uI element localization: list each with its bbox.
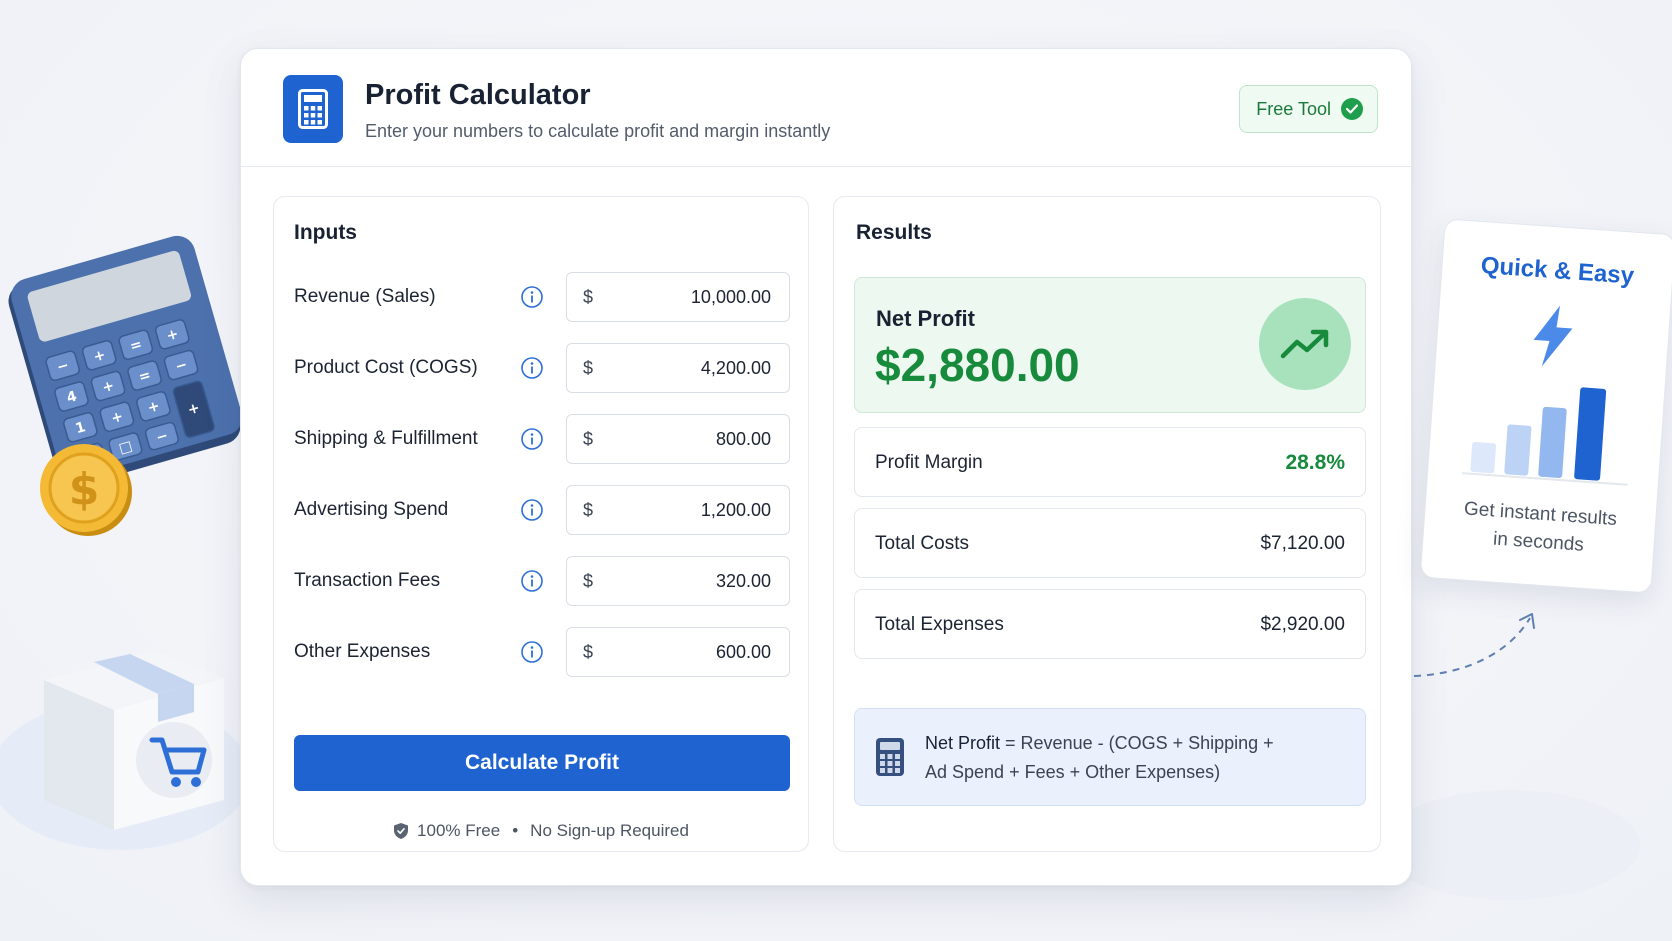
footnote-no-signup: No Sign-up Required: [530, 821, 689, 840]
check-circle-icon: [1341, 98, 1363, 120]
advertising-value: 1,200.00: [700, 500, 771, 520]
input-row-shipping: Shipping & Fulfillment $ 800.00: [294, 414, 790, 464]
formula-line-2: Ad Spend + Fees + Other Expenses): [925, 762, 1221, 782]
badge-label: Free Tool: [1256, 98, 1331, 119]
formula-text: Net Profit = Revenue - (COGS + Shipping …: [925, 729, 1345, 787]
currency-symbol: $: [583, 358, 594, 378]
info-icon[interactable]: [520, 640, 544, 664]
fees-value: 320.00: [715, 571, 771, 591]
input-row-cogs: Product Cost (COGS) $ 4,200.00: [294, 343, 790, 393]
promo-shadow-decoration: [1380, 790, 1640, 900]
svg-text:$: $: [69, 464, 100, 515]
promo-line-2: in seconds: [1492, 528, 1585, 556]
footnote-free: 100% Free: [417, 821, 501, 840]
promo-title: Quick & Easy: [1479, 252, 1635, 290]
formula-line-1: = Revenue - (COGS + Shipping +: [1000, 733, 1274, 753]
net-profit-value: $2,880.00: [875, 339, 1080, 391]
currency-symbol: $: [583, 287, 594, 307]
shipping-label: Shipping & Fulfillment: [294, 428, 478, 449]
info-icon[interactable]: [520, 569, 544, 593]
results-title: Results: [856, 221, 932, 244]
coin-illustration: $: [40, 444, 132, 536]
bar-chart-illustration: [1462, 387, 1628, 486]
cogs-value: 4,200.00: [700, 358, 771, 378]
promo-line-1: Get instant results: [1463, 498, 1618, 531]
total-expenses-value: $2,920.00: [1260, 614, 1345, 635]
fees-label: Transaction Fees: [294, 570, 441, 591]
advertising-input[interactable]: $ 1,200.00: [566, 485, 790, 535]
footnote: 100% Free • No Sign-up Required: [274, 821, 808, 841]
net-profit-label: Net Profit: [876, 306, 975, 331]
revenue-label: Revenue (Sales): [294, 286, 436, 307]
inputs-panel: Inputs Revenue (Sales) $ 10,000.00 Produ…: [273, 196, 809, 852]
input-row-fees: Transaction Fees $ 320.00: [294, 556, 790, 606]
formula-box: Net Profit = Revenue - (COGS + Shipping …: [854, 708, 1366, 806]
results-panel: Results Net Profit $2,880.00 Profit Marg…: [833, 196, 1381, 852]
profit-margin-row: Profit Margin 28.8%: [854, 427, 1366, 497]
info-icon[interactable]: [520, 498, 544, 522]
net-profit-box: Net Profit $2,880.00: [854, 277, 1366, 413]
promo-subtitle: Get instant results in seconds: [1423, 493, 1656, 565]
cogs-label: Product Cost (COGS): [294, 357, 478, 378]
currency-symbol: $: [583, 429, 594, 449]
currency-symbol: $: [583, 500, 594, 520]
info-icon[interactable]: [520, 427, 544, 451]
card-header: Profit Calculator Enter your numbers to …: [241, 49, 1411, 167]
page-subtitle: Enter your numbers to calculate profit a…: [365, 121, 831, 141]
profit-margin-label: Profit Margin: [875, 452, 983, 473]
lightning-bolt-icon: [1533, 305, 1573, 367]
total-expenses-label: Total Expenses: [875, 614, 1004, 635]
info-icon[interactable]: [520, 356, 544, 380]
input-row-other: Other Expenses $ 600.00: [294, 627, 790, 677]
quick-easy-card: Quick & Easy Get instant results in seco…: [1419, 218, 1672, 594]
shipping-value: 800.00: [715, 429, 771, 449]
advertising-label: Advertising Spend: [294, 499, 449, 520]
footnote-separator: •: [512, 821, 519, 840]
other-expenses-input[interactable]: $ 600.00: [566, 627, 790, 677]
input-row-revenue: Revenue (Sales) $ 10,000.00: [294, 272, 790, 322]
currency-symbol: $: [583, 642, 594, 662]
total-costs-value: $7,120.00: [1260, 533, 1345, 554]
total-expenses-row: Total Expenses $2,920.00: [854, 589, 1366, 659]
page-title: Profit Calculator: [365, 79, 591, 111]
shopping-box-illustration: [44, 650, 224, 830]
calculator-icon: [876, 738, 904, 776]
formula-lead: Net Profit: [925, 733, 1001, 753]
cogs-input[interactable]: $ 4,200.00: [566, 343, 790, 393]
input-row-advertising: Advertising Spend $ 1,200.00: [294, 485, 790, 535]
free-tool-badge: Free Tool: [1239, 85, 1378, 133]
other-expenses-label: Other Expenses: [294, 641, 431, 662]
calculator-icon: [283, 75, 343, 143]
currency-symbol: $: [583, 571, 594, 591]
calculate-profit-button[interactable]: Calculate Profit: [294, 735, 790, 791]
total-costs-label: Total Costs: [875, 533, 969, 554]
shield-icon: [394, 823, 409, 839]
info-icon[interactable]: [520, 285, 544, 309]
stage: − + = + 4 + = − 1 + + + □ − $ Profit Cal…: [0, 0, 1672, 941]
revenue-input[interactable]: $ 10,000.00: [566, 272, 790, 322]
trend-up-icon: [1259, 298, 1351, 390]
other-expenses-value: 600.00: [715, 642, 771, 662]
revenue-value: 10,000.00: [690, 287, 771, 307]
inputs-title: Inputs: [294, 221, 357, 244]
shipping-input[interactable]: $ 800.00: [566, 414, 790, 464]
profit-calculator-card: Profit Calculator Enter your numbers to …: [240, 48, 1412, 886]
profit-margin-value: 28.8%: [1285, 451, 1345, 474]
total-costs-row: Total Costs $7,120.00: [854, 508, 1366, 578]
fees-input[interactable]: $ 320.00: [566, 556, 790, 606]
dashed-arrow-decoration: [1413, 613, 1535, 677]
